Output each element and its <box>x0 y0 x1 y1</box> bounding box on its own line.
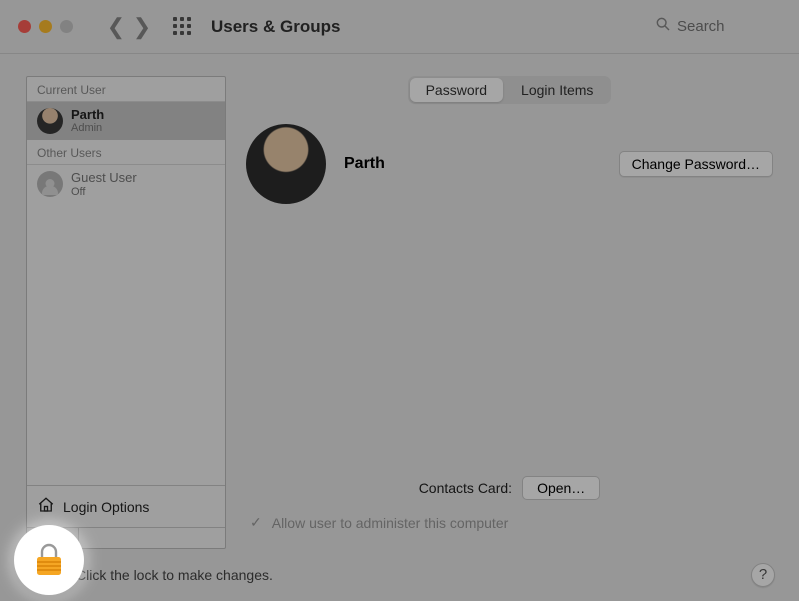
close-window-button[interactable] <box>18 20 31 33</box>
sidebar-item-guest-user[interactable]: Guest User Off <box>27 165 225 203</box>
detail-pane: Password Login Items Parth Change Passwo… <box>246 76 773 549</box>
check-icon: ✓ <box>250 514 262 531</box>
lock-hint-text: Click the lock to make changes. <box>76 567 273 583</box>
window-controls <box>18 20 73 33</box>
detail-user-name: Parth <box>344 155 385 173</box>
tab-login-items[interactable]: Login Items <box>505 78 609 102</box>
sidebar-item-current-user[interactable]: Parth Admin <box>27 102 225 140</box>
admin-checkbox-label: Allow user to administer this computer <box>272 515 509 531</box>
tab-password[interactable]: Password <box>410 78 503 102</box>
user-role: Off <box>71 186 137 198</box>
tab-bar: Password Login Items <box>408 76 612 104</box>
avatar-large[interactable] <box>246 124 326 204</box>
search-input[interactable] <box>677 18 787 35</box>
page-title: Users & Groups <box>211 17 340 37</box>
footer: Click the lock to make changes. ? <box>0 549 799 601</box>
lock-button[interactable] <box>14 525 84 595</box>
contacts-card-label: Contacts Card: <box>419 480 512 496</box>
login-options-label: Login Options <box>63 499 149 515</box>
minimize-window-button[interactable] <box>39 20 52 33</box>
change-password-button[interactable]: Change Password… <box>619 151 773 177</box>
chevron-right-icon[interactable]: ❯ <box>129 14 155 40</box>
user-name: Guest User <box>71 171 137 185</box>
login-options-button[interactable]: Login Options <box>27 485 225 527</box>
lock-icon <box>34 543 64 577</box>
section-header-other: Other Users <box>27 140 225 165</box>
toolbar: ❮ ❯ Users & Groups <box>0 0 799 54</box>
user-name: Parth <box>71 108 104 122</box>
search-icon <box>655 16 671 37</box>
avatar <box>37 171 63 197</box>
chevron-left-icon[interactable]: ❮ <box>103 14 129 40</box>
user-role: Admin <box>71 122 104 134</box>
avatar <box>37 108 63 134</box>
zoom-window-button[interactable] <box>60 20 73 33</box>
grid-icon[interactable] <box>173 17 193 37</box>
section-header-current: Current User <box>27 77 225 102</box>
search-field[interactable] <box>655 16 787 37</box>
help-button[interactable]: ? <box>751 563 775 587</box>
home-icon <box>37 496 55 517</box>
users-sidebar: Current User Parth Admin Other Users Gue… <box>26 76 226 549</box>
admin-checkbox-row[interactable]: ✓ Allow user to administer this computer <box>246 514 773 549</box>
open-contacts-button[interactable]: Open… <box>522 476 600 500</box>
